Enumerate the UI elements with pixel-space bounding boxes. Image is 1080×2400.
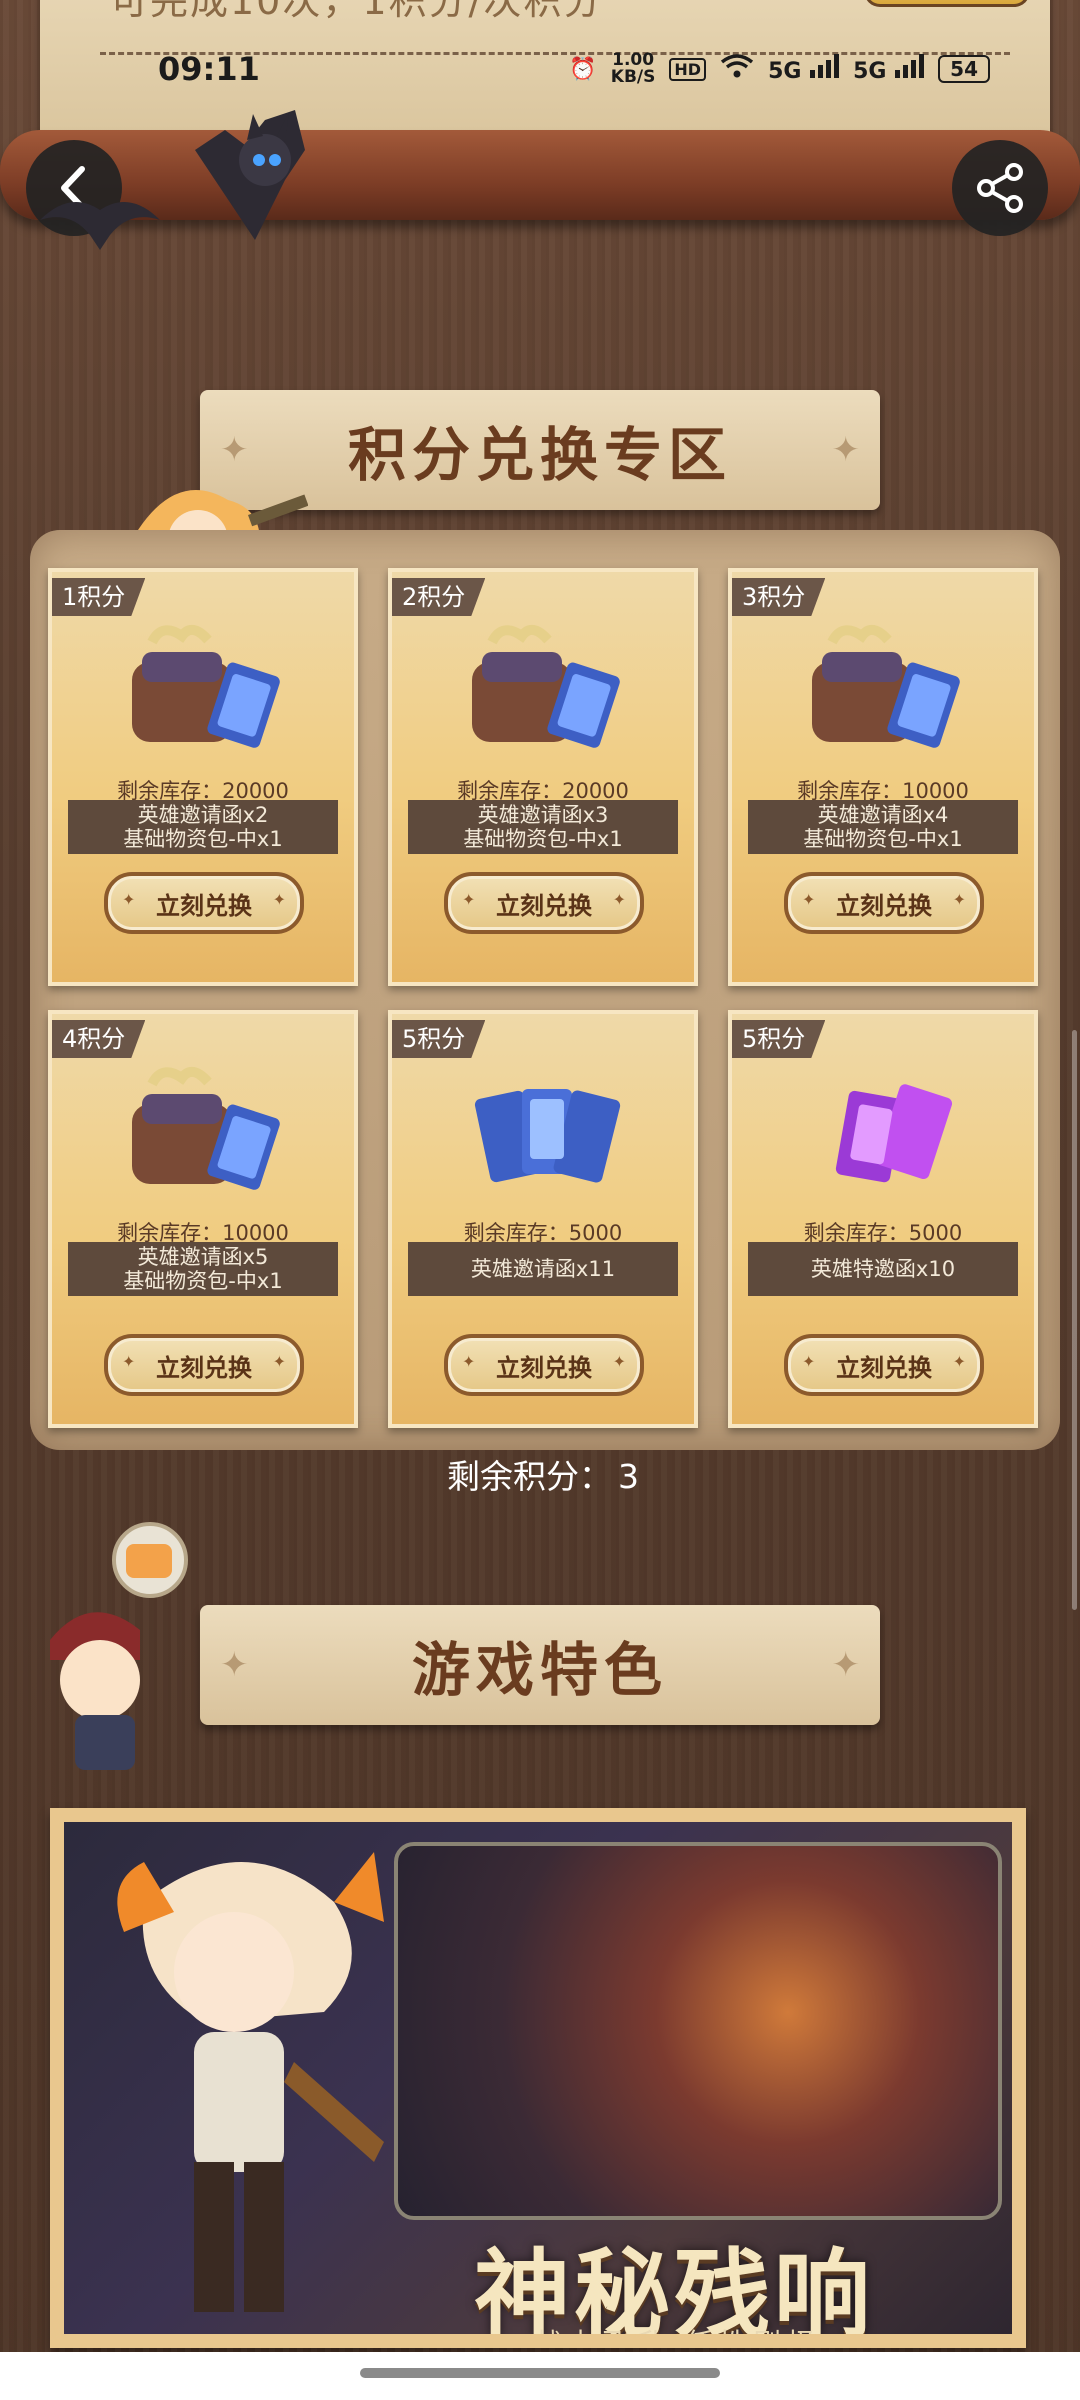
redeem-button[interactable]: 立刻兑换: [784, 872, 984, 934]
exchange-card: 2积分 剩余库存：20000 英雄邀请函x3 基础物资包-中x1 立刻兑换: [388, 568, 698, 986]
scrollbar[interactable]: [1072, 1030, 1077, 1610]
share-button[interactable]: [952, 140, 1048, 236]
star-icon: ✦: [831, 1645, 861, 1685]
redeem-button[interactable]: 立刻兑换: [784, 1334, 984, 1396]
cost-tag: 5积分: [732, 1020, 826, 1058]
features-section-title: 游戏特色: [411, 1636, 668, 1704]
signal-1: 5G: [768, 54, 840, 84]
wifi-icon: [720, 53, 754, 85]
feature-scene: 神秘残响 战力飞升 任性刷怪: [64, 1822, 1012, 2334]
feature-banner-image[interactable]: 神秘残响 战力飞升 任性刷怪: [50, 1808, 1026, 2348]
exchange-card: 4积分 剩余库存：10000 英雄邀请函x5 基础物资包-中x1 立刻兑换: [48, 1010, 358, 1428]
bat-mascot-icon: [195, 110, 305, 240]
supply-bag-and-tickets-icon: [472, 625, 620, 748]
desc-line: 英雄邀请函x11: [470, 1257, 616, 1281]
item-description: 英雄邀请函x5 基础物资包-中x1: [68, 1242, 338, 1296]
exchange-card: 1积分 剩余库存：20000 英雄邀请函x2 基础物资包-中x1 立刻兑换: [48, 568, 358, 986]
star-icon: ✦: [220, 430, 249, 470]
exchange-section-title: 积分兑换专区: [347, 421, 732, 489]
signal-icon: [895, 54, 925, 78]
exchange-card: 3积分 剩余库存：10000 英雄邀请函x4 基础物资包-中x1 立刻兑换: [728, 568, 1038, 986]
purple-tickets-icon: [835, 1084, 953, 1183]
battery-icon: 54: [938, 55, 990, 83]
supply-bag-and-tickets-icon: [132, 1067, 280, 1190]
hd-icon: HD: [669, 57, 707, 81]
desc-line: 英雄特邀函x10: [810, 1257, 956, 1281]
blue-tickets-icon: [474, 1089, 621, 1183]
status-bar: 09:11 ⏰ 1.00 KB/S HD 5G 5G 54: [0, 50, 1080, 90]
remaining-points: 剩余积分： 3: [0, 1450, 1080, 1498]
status-time: 09:11: [158, 50, 260, 88]
network-type-2: 5G: [853, 59, 887, 84]
exchange-card: 5积分 剩余库存：5000 英雄特邀函x10 立刻兑换: [728, 1010, 1038, 1428]
desc-line: 基础物资包-中x1: [123, 1269, 283, 1293]
cat-girl-hero-icon: [117, 1852, 385, 2312]
banner-plate: 游戏特色: [200, 1605, 880, 1725]
redeem-button[interactable]: 立刻兑换: [104, 872, 304, 934]
star-icon: ✦: [831, 430, 861, 470]
desc-line: 基础物资包-中x1: [463, 827, 623, 851]
item-description: 英雄特邀函x10: [748, 1242, 1018, 1296]
redeem-button[interactable]: 立刻兑换: [444, 1334, 644, 1396]
banner-title: 神秘残响: [474, 2238, 874, 2334]
redeem-button[interactable]: 立刻兑换: [444, 872, 644, 934]
cost-tag: 2积分: [392, 578, 486, 616]
item-description: 英雄邀请函x3 基础物资包-中x1: [408, 800, 678, 854]
desc-line: 英雄邀请函x3: [477, 803, 609, 827]
desc-line: 英雄邀请函x4: [817, 803, 949, 827]
supply-bag-and-tickets-icon: [132, 625, 280, 748]
banner-subtitle: 战力飞升 任性刷怪: [534, 2322, 821, 2334]
cost-tag: 3积分: [732, 578, 826, 616]
network-speed: 1.00 KB/S: [611, 52, 656, 86]
item-description: 英雄邀请函x11: [408, 1242, 678, 1296]
supply-bag-and-tickets-icon: [812, 625, 960, 748]
desc-line: 英雄邀请函x5: [137, 1245, 269, 1269]
task-hint: 可完成10次，1积分/次积分: [110, 0, 604, 23]
remaining-points-label: 剩余积分：: [447, 1457, 612, 1496]
small-bat-icon: [40, 202, 160, 250]
item-description: 英雄邀请函x4 基础物资包-中x1: [748, 800, 1018, 854]
speed-unit: KB/S: [610, 67, 656, 87]
cost-tag: 4积分: [52, 1020, 146, 1058]
redeem-button[interactable]: 立刻兑换: [104, 1334, 304, 1396]
signal-icon: [810, 54, 840, 78]
battle-scene-image: [394, 1842, 1002, 2220]
exchange-card: 5积分 剩余库存：5000 英雄邀请函x11 立刻兑换: [388, 1010, 698, 1428]
exchange-panel: 1积分 剩余库存：20000 英雄邀请函x2 基础物资包-中x1 立刻兑换 2积…: [30, 530, 1060, 1450]
signal-2: 5G: [853, 54, 925, 84]
alarm-icon: ⏰: [569, 56, 597, 82]
scroll-decoration: [0, 130, 1080, 220]
share-icon: [977, 163, 1023, 213]
features-section-banner: 游戏特色 ✦ ✦: [180, 1605, 900, 1735]
cost-tag: 5积分: [392, 1020, 486, 1058]
network-type-1: 5G: [768, 59, 802, 84]
task-action-button[interactable]: [864, 0, 1030, 7]
remaining-points-value: 3: [618, 1457, 639, 1496]
desc-line: 基础物资包-中x1: [803, 827, 963, 851]
star-icon: ✦: [220, 1645, 249, 1685]
desc-line: 基础物资包-中x1: [123, 827, 283, 851]
item-description: 英雄邀请函x2 基础物资包-中x1: [68, 800, 338, 854]
home-indicator[interactable]: [360, 2368, 720, 2378]
system-navigation-bar: [0, 2352, 1080, 2400]
cost-tag: 1积分: [52, 578, 146, 616]
desc-line: 英雄邀请函x2: [137, 803, 269, 827]
